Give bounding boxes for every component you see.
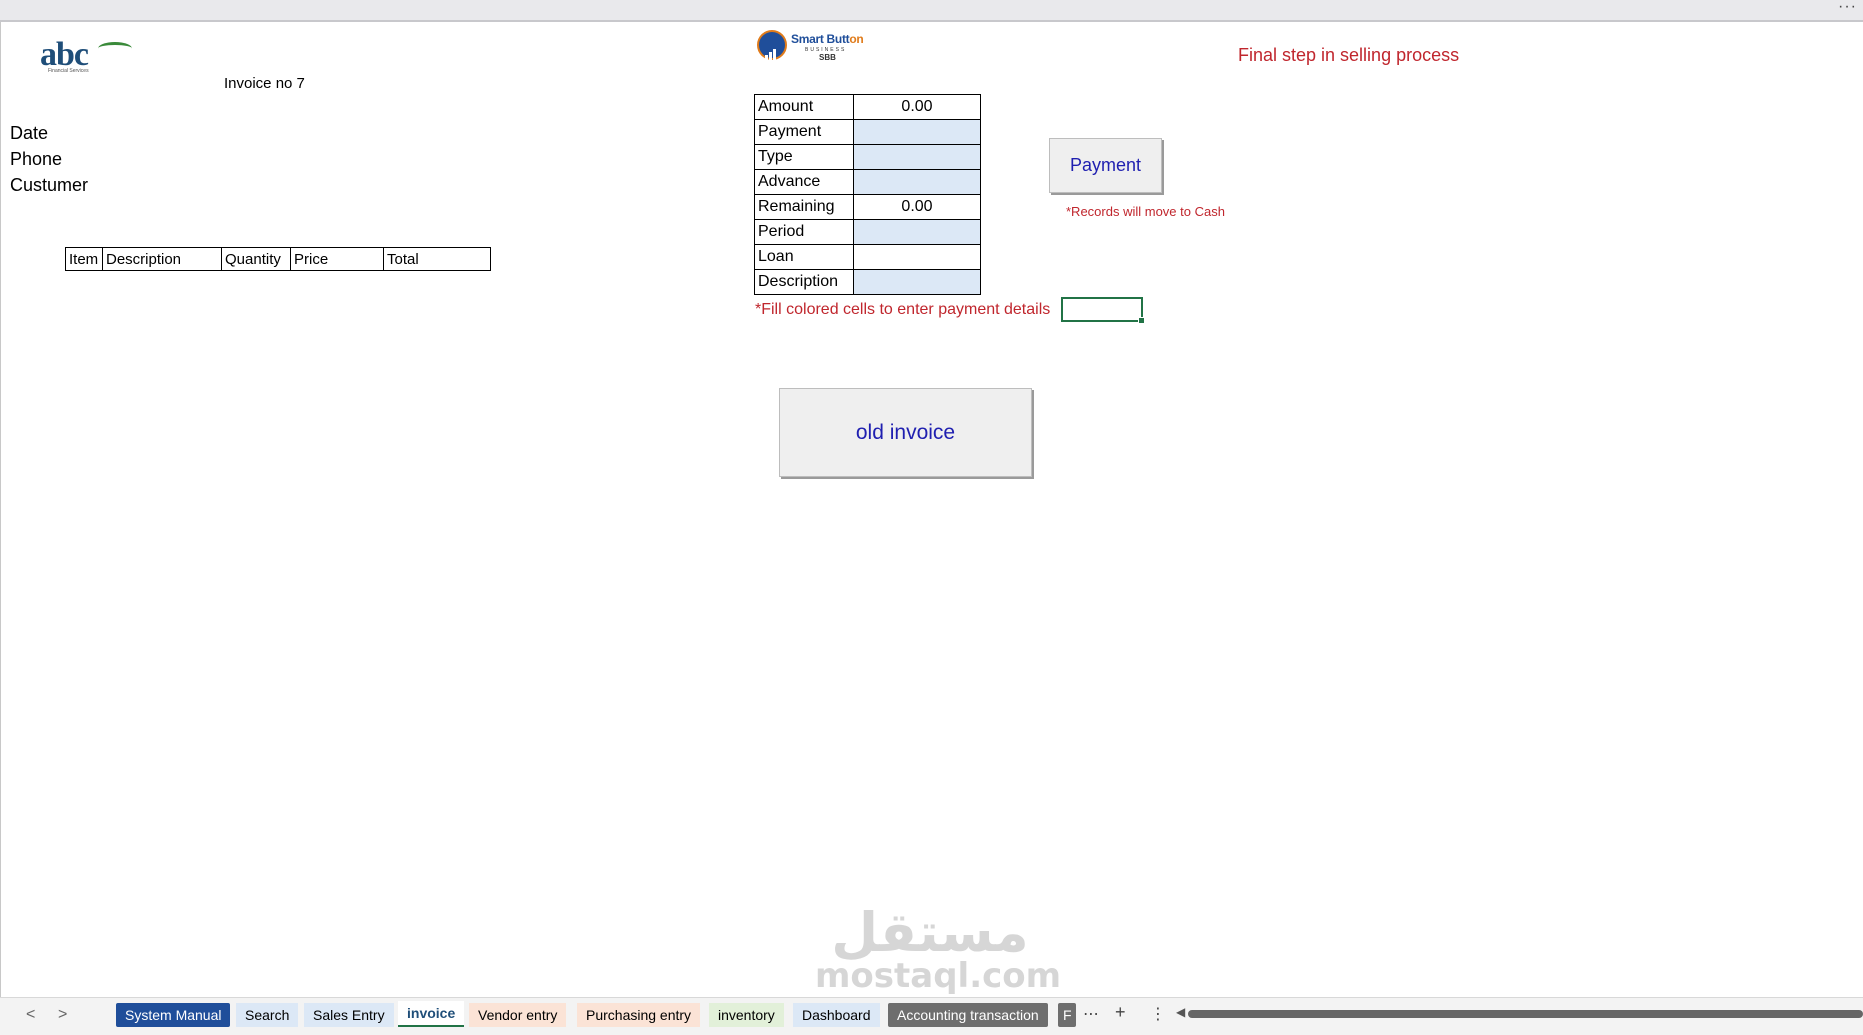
sbb-logo-title: Smart Button (791, 32, 864, 46)
payment-row-loan: Loan (754, 244, 981, 270)
period-label: Period (754, 219, 854, 245)
options-icon[interactable]: ⋮ (1150, 1004, 1166, 1024)
tab-sales-entry[interactable]: Sales Entry (304, 1003, 394, 1027)
watermark-latin: mostaql.com (815, 956, 1062, 996)
watermark: مستقل mostaql.com (815, 901, 1062, 996)
old-invoice-button[interactable]: old invoice (779, 388, 1032, 477)
abc-logo-swoosh (98, 42, 132, 55)
scroll-left-icon[interactable]: ◀ (1176, 1005, 1185, 1019)
payment-row-remaining: Remaining 0.00 (754, 194, 981, 220)
advance-input[interactable] (853, 169, 981, 195)
more-options-icon[interactable]: ··· (1838, 0, 1857, 16)
fill-cells-note: *Fill colored cells to enter payment det… (755, 301, 1051, 318)
items-header-price[interactable]: Price (290, 247, 384, 271)
tab-purchasing-entry[interactable]: Purchasing entry (577, 1003, 701, 1027)
payment-row-description: Description (754, 269, 981, 295)
items-header-quantity[interactable]: Quantity (221, 247, 291, 271)
bar-chart-icon (765, 42, 777, 60)
tab-accounting-transaction[interactable]: Accounting transaction (888, 1003, 1048, 1027)
selected-cell[interactable] (1061, 297, 1145, 324)
abc-logo-subtitle: Financial Services (48, 68, 89, 74)
next-sheet-icon[interactable]: > (58, 1006, 67, 1024)
smart-button-logo: Smart Button BUSINESS SBB (757, 28, 877, 68)
amount-value[interactable]: 0.00 (853, 94, 981, 120)
add-sheet-icon[interactable]: + (1115, 1002, 1126, 1023)
items-header-description[interactable]: Description (102, 247, 222, 271)
description-input[interactable] (853, 269, 981, 295)
phone-label: Phone (10, 149, 63, 169)
sheet-left-border (0, 22, 1, 997)
payment-row-payment: Payment (754, 119, 981, 145)
items-header-total[interactable]: Total (383, 247, 491, 271)
loan-label: Loan (754, 244, 854, 270)
sheet-tab-bar: < > System Manual Search Sales Entry inv… (0, 997, 1863, 1035)
watermark-arabic: مستقل (831, 901, 1029, 964)
remaining-value[interactable]: 0.00 (853, 194, 981, 220)
tab-dashboard[interactable]: Dashboard (793, 1003, 880, 1027)
type-input[interactable] (853, 144, 981, 170)
tab-system-manual[interactable]: System Manual (116, 1003, 231, 1027)
type-label: Type (754, 144, 854, 170)
sbb-logo-abbrev: SBB (819, 53, 836, 62)
payment-row-period: Period (754, 219, 981, 245)
title-bar: ··· (0, 0, 1863, 22)
customer-label: Custumer (10, 175, 89, 195)
payment-input[interactable] (853, 119, 981, 145)
amount-label: Amount (754, 94, 854, 120)
payment-label: Payment (754, 119, 854, 145)
horizontal-scrollbar[interactable]: ◀ (1176, 1005, 1863, 1019)
invoice-number: Invoice no 7 (224, 75, 305, 92)
period-input[interactable] (853, 219, 981, 245)
payment-row-type: Type (754, 144, 981, 170)
advance-label: Advance (754, 169, 854, 195)
page-headline: Final step in selling process (1238, 45, 1460, 65)
tab-truncated[interactable]: F (1058, 1003, 1076, 1027)
abc-logo: abc Financial Services (40, 38, 132, 74)
records-note: *Records will move to Cash (1066, 204, 1225, 219)
more-sheets-icon[interactable]: ⋯ (1083, 1004, 1099, 1024)
payment-row-amount: Amount 0.00 (754, 94, 981, 120)
description-label: Description (754, 269, 854, 295)
payment-table: Amount 0.00 Payment Type Advance Remaini… (754, 94, 981, 295)
tab-vendor-entry[interactable]: Vendor entry (469, 1003, 567, 1027)
tab-invoice[interactable]: invoice (398, 1001, 465, 1027)
payment-button[interactable]: Payment (1049, 138, 1162, 193)
items-table-header-row: Item Description Quantity Price Total (65, 247, 491, 271)
remaining-label: Remaining (754, 194, 854, 220)
items-header-item[interactable]: Item (65, 247, 103, 271)
prev-sheet-icon[interactable]: < (26, 1006, 35, 1024)
tab-inventory[interactable]: inventory (709, 1003, 784, 1027)
loan-value[interactable] (853, 244, 981, 270)
scrollbar-thumb[interactable] (1188, 1010, 1863, 1018)
date-label: Date (10, 123, 49, 143)
fill-handle[interactable] (1138, 317, 1145, 324)
payment-row-advance: Advance (754, 169, 981, 195)
tab-search[interactable]: Search (236, 1003, 299, 1027)
items-table: Item Description Quantity Price Total (65, 247, 491, 271)
